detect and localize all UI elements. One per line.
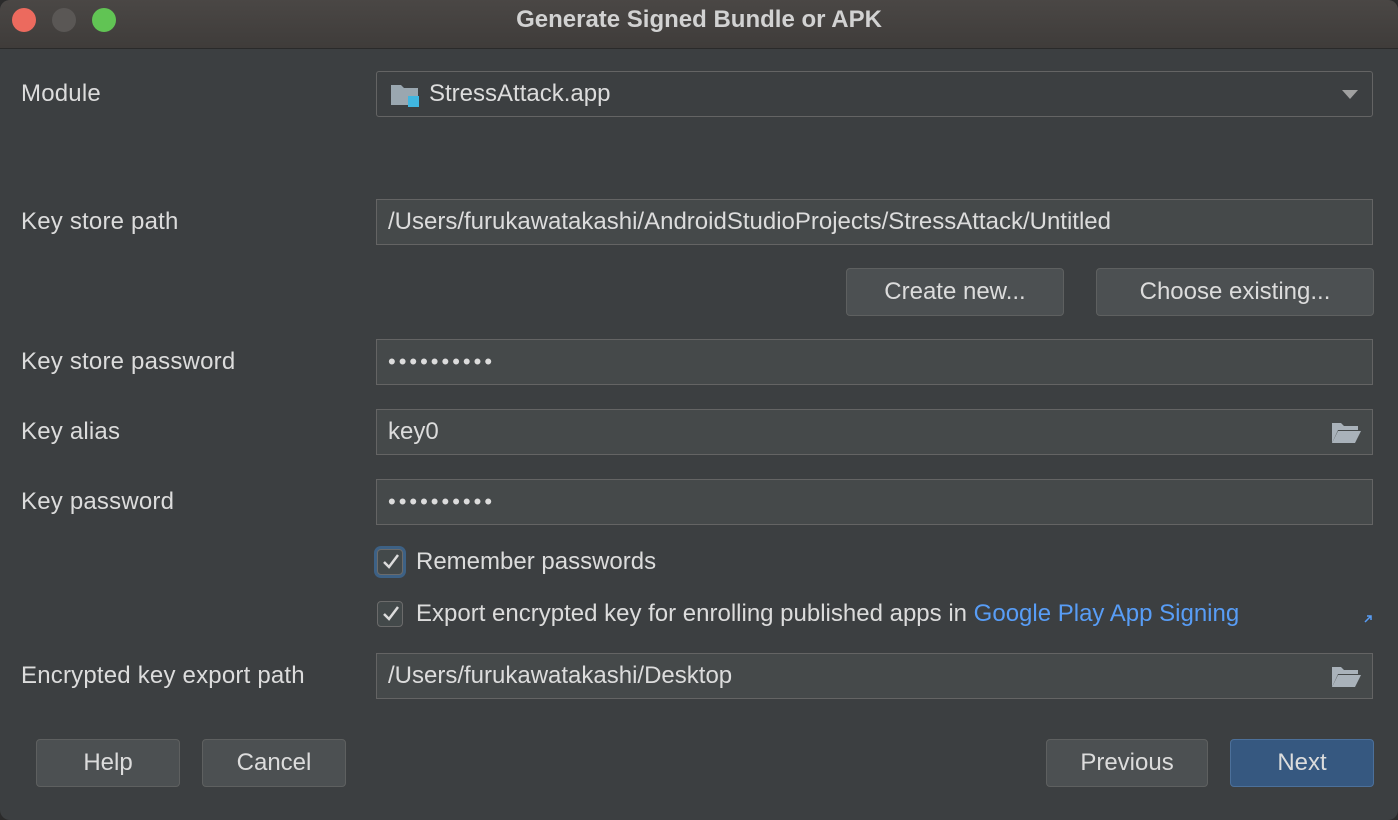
external-link-icon [1364, 615, 1372, 623]
encrypted-key-export-path-input[interactable]: /Users/furukawatakashi/Desktop [376, 653, 1373, 699]
key-alias-value: key0 [388, 418, 439, 445]
module-value: StressAttack.app [429, 80, 611, 107]
key-alias-label: Key alias [21, 418, 121, 445]
encrypted-key-export-path-label: Encrypted key export path [21, 662, 305, 689]
create-new-button[interactable]: Create new... [846, 268, 1064, 316]
previous-button[interactable]: Previous [1046, 739, 1208, 787]
key-alias-input[interactable]: key0 [376, 409, 1373, 455]
key-store-path-input[interactable]: /Users/furukawatakashi/AndroidStudioProj… [376, 199, 1373, 245]
next-button[interactable]: Next [1230, 739, 1374, 787]
key-store-path-label: Key store path [21, 208, 179, 235]
checkmark-icon [383, 606, 399, 621]
module-label: Module [21, 80, 101, 107]
dialog-title: Generate Signed Bundle or APK [516, 6, 882, 33]
key-password-label: Key password [21, 488, 175, 515]
export-encrypted-key-checkbox[interactable] [377, 601, 403, 627]
remember-passwords-label[interactable]: Remember passwords [416, 548, 656, 576]
export-encrypted-key-text: Export encrypted key for enrolling publi… [416, 600, 967, 627]
title-bar: Generate Signed Bundle or APK [0, 0, 1398, 49]
choose-existing-button[interactable]: Choose existing... [1096, 268, 1374, 316]
module-folder-icon [391, 85, 419, 107]
google-play-app-signing-link[interactable]: Google Play App Signing [974, 600, 1240, 627]
export-encrypted-key-label: Export encrypted key for enrolling publi… [416, 600, 1239, 628]
chevron-down-icon [1342, 90, 1358, 99]
encrypted-key-export-path-value: /Users/furukawatakashi/Desktop [388, 662, 733, 689]
folder-open-icon[interactable] [1330, 662, 1362, 690]
help-button[interactable]: Help [36, 739, 180, 787]
key-store-password-input[interactable]: •••••••••• [376, 339, 1373, 385]
folder-open-icon[interactable] [1330, 418, 1362, 446]
key-store-password-label: Key store password [21, 348, 236, 375]
cancel-button[interactable]: Cancel [202, 739, 346, 787]
checkmark-icon [383, 554, 399, 569]
module-select[interactable]: StressAttack.app [376, 71, 1373, 117]
remember-passwords-checkbox[interactable] [377, 549, 403, 575]
key-password-input[interactable]: •••••••••• [376, 479, 1373, 525]
dialog-window: Generate Signed Bundle or APK Module Str… [0, 0, 1398, 820]
